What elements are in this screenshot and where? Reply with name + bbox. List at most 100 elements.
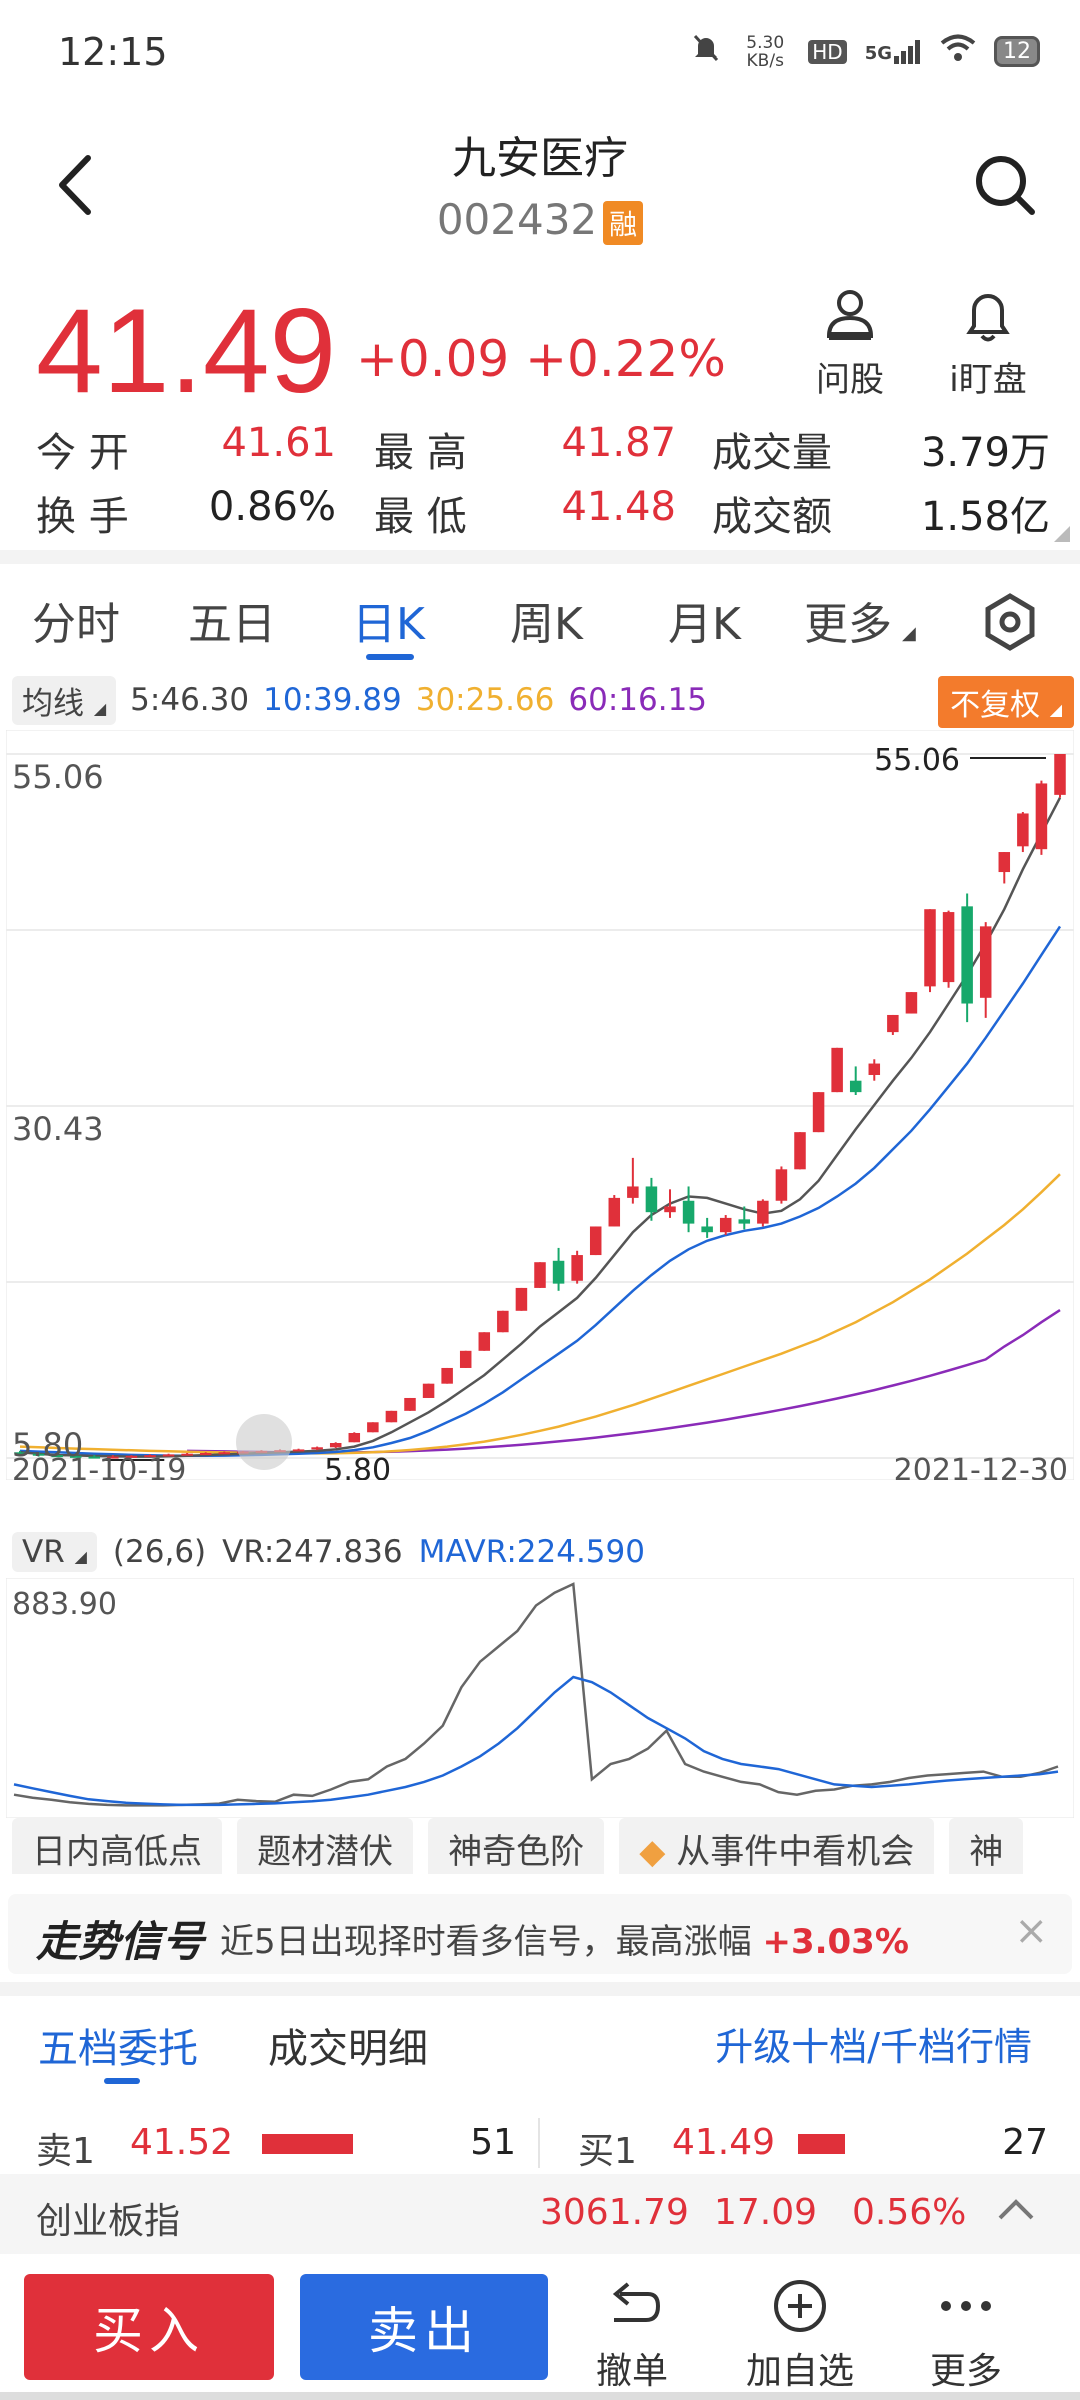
- person-question-icon: [826, 290, 874, 340]
- close-icon[interactable]: ×: [1014, 1908, 1048, 1954]
- search-icon: [976, 156, 1035, 215]
- candle: [459, 1350, 472, 1368]
- tab-more[interactable]: 更多 ◢: [804, 588, 916, 652]
- candle-body: [1035, 783, 1048, 850]
- tab-trade-detail[interactable]: 成交明细: [268, 2016, 428, 2074]
- expand-corner-icon[interactable]: [1054, 526, 1070, 542]
- candle: [942, 910, 955, 988]
- tab-order-book[interactable]: 五档委托: [38, 2016, 198, 2074]
- candle-body: [998, 852, 1011, 873]
- vr-frame: [6, 1578, 1074, 1818]
- buy-volume-track: [798, 2134, 928, 2154]
- tag-theme-ambush[interactable]: 题材潜伏: [237, 1818, 414, 1874]
- tab-monthly-k[interactable]: 月K: [668, 588, 741, 652]
- wifi-icon: [940, 34, 976, 69]
- candle-body: [348, 1432, 361, 1443]
- watch-alert-button[interactable]: i盯盘: [933, 288, 1043, 401]
- candle: [1054, 754, 1066, 798]
- tab-weekly-k[interactable]: 周K: [510, 588, 583, 652]
- candle: [441, 1367, 453, 1384]
- vr-value: VR:247.836: [222, 1534, 403, 1570]
- candle: [404, 1397, 416, 1411]
- vr-legend: VR ◢ (26,6) VR:247.836 MAVR:224.590: [12, 1532, 645, 1572]
- buy-button[interactable]: 买入: [24, 2274, 274, 2380]
- candle: [719, 1215, 732, 1236]
- more-label: 更多: [929, 2351, 1002, 2392]
- high-label: 最 高: [374, 430, 467, 476]
- add-watchlist-button[interactable]: 加自选: [740, 2278, 860, 2394]
- ma-selector[interactable]: 均线 ◢: [12, 675, 117, 725]
- candle-body: [645, 1186, 658, 1213]
- tag-event-opportunity[interactable]: ◆ 从事件中看机会: [619, 1818, 935, 1874]
- index-ticker[interactable]: 创业板指 3061.79 17.09 0.56%: [0, 2174, 1080, 2254]
- indicator-selector[interactable]: VR ◢: [12, 1532, 97, 1572]
- tag-intraday-hilo[interactable]: 日内高低点: [12, 1818, 222, 1874]
- max-price-label: 55.06: [874, 743, 960, 778]
- upgrade-depth-link[interactable]: 升级十档/千档行情: [715, 2016, 1032, 2071]
- candle-body: [311, 1447, 323, 1450]
- turnover-value: 0.86%: [208, 484, 336, 530]
- high-value: 41.87: [561, 420, 676, 466]
- vr-chart[interactable]: 883.90: [6, 1578, 1074, 1818]
- tab-active-indicator: [366, 654, 414, 660]
- index-change: 17.09: [714, 2192, 818, 2233]
- amount-label: 成交额: [712, 494, 832, 540]
- min-price-label: 5.80: [324, 1453, 391, 1480]
- candle-body: [961, 906, 973, 1004]
- period-tabs: 分时 五日 日K 周K 月K 更多 ◢: [0, 570, 1080, 670]
- diamond-icon: ◆: [639, 1832, 666, 1872]
- mute-bell-icon: [690, 32, 722, 71]
- status-time: 12:15: [58, 30, 168, 74]
- hd-badge: HD: [808, 39, 847, 64]
- candle: [887, 1014, 899, 1035]
- tab-daily-k[interactable]: 日K: [352, 588, 425, 652]
- sell-label: 卖1: [36, 2131, 95, 2172]
- candle-body: [924, 909, 936, 987]
- candle-body: [404, 1397, 416, 1411]
- bell-icon: [966, 294, 1010, 342]
- candle-body: [664, 1206, 676, 1213]
- tab-five-day[interactable]: 五日: [188, 588, 276, 652]
- candle-body: [849, 1080, 862, 1093]
- candle-body: [422, 1383, 435, 1398]
- ask-stock-button[interactable]: 问股: [795, 288, 905, 401]
- more-dots-icon: [941, 2301, 991, 2311]
- candle-body: [534, 1262, 546, 1288]
- kline-chart[interactable]: 55.0630.435.8055.065.802021-10-19 2021-12…: [6, 730, 1074, 1480]
- search-button[interactable]: [970, 150, 1040, 220]
- candle-body: [775, 1169, 788, 1201]
- watermark-icon: [236, 1414, 292, 1470]
- last-price: 41.49: [36, 284, 337, 418]
- adjust-selector[interactable]: 不复权 ◢: [938, 676, 1074, 728]
- trend-signal-banner[interactable]: 走势信号 近5日出现择时看多信号，最高涨幅 +3.03% ×: [8, 1894, 1072, 1974]
- candle-body: [701, 1226, 713, 1233]
- chevron-up-icon[interactable]: [996, 2190, 1036, 2230]
- candle-body: [979, 926, 992, 998]
- ma30-value: 30:25.66: [415, 682, 555, 718]
- low-value: 41.48: [561, 484, 676, 530]
- candle-body: [942, 912, 955, 983]
- buy-label: 买1: [578, 2131, 637, 2172]
- candle-body: [627, 1186, 639, 1198]
- candle: [794, 1132, 806, 1170]
- undo-icon: [612, 2282, 661, 2322]
- cancel-order-button[interactable]: 撤单: [572, 2278, 692, 2394]
- candle: [924, 909, 936, 993]
- change-value: +0.09: [356, 330, 510, 388]
- more-button[interactable]: 更多: [906, 2278, 1026, 2394]
- candle: [589, 1226, 602, 1256]
- tab-intraday[interactable]: 分时: [32, 588, 120, 652]
- candle: [905, 992, 918, 1014]
- vr-y-tick-label: 883.90: [12, 1587, 117, 1622]
- buy-level-1: 买1 41.49 27: [578, 2118, 1048, 2172]
- tag-more-cut[interactable]: 神: [949, 1818, 1024, 1874]
- status-bar: 12:15 5.30 KB/s HD 5G 12: [0, 0, 1080, 110]
- tag-color-scale[interactable]: 神奇色阶: [428, 1818, 605, 1874]
- section-divider: [0, 550, 1080, 564]
- candle: [497, 1310, 509, 1333]
- ob-tab-indicator: [104, 2078, 140, 2084]
- chart-settings-button[interactable]: [980, 592, 1040, 652]
- sell-price: 41.52: [130, 2122, 234, 2163]
- open-value: 41.61: [221, 420, 336, 466]
- sell-button[interactable]: 卖出: [300, 2274, 548, 2380]
